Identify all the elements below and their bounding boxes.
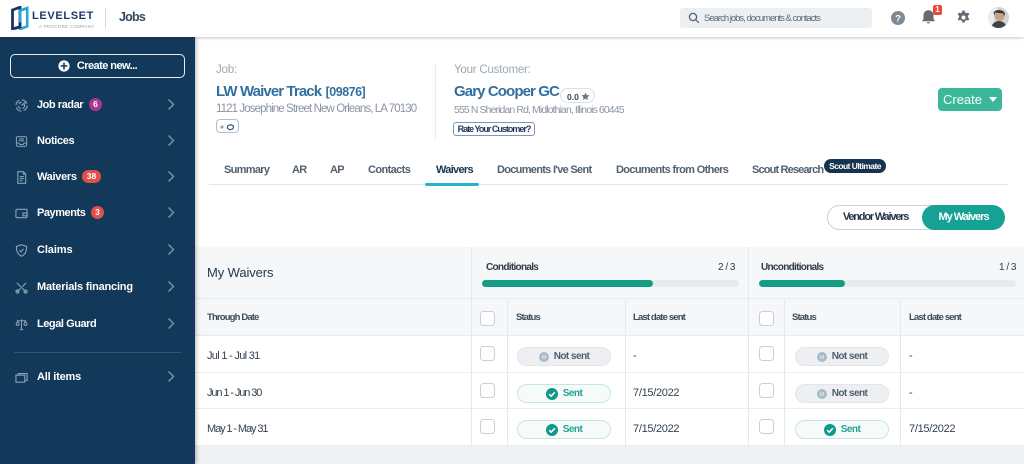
svg-text:?: ? xyxy=(895,14,901,25)
